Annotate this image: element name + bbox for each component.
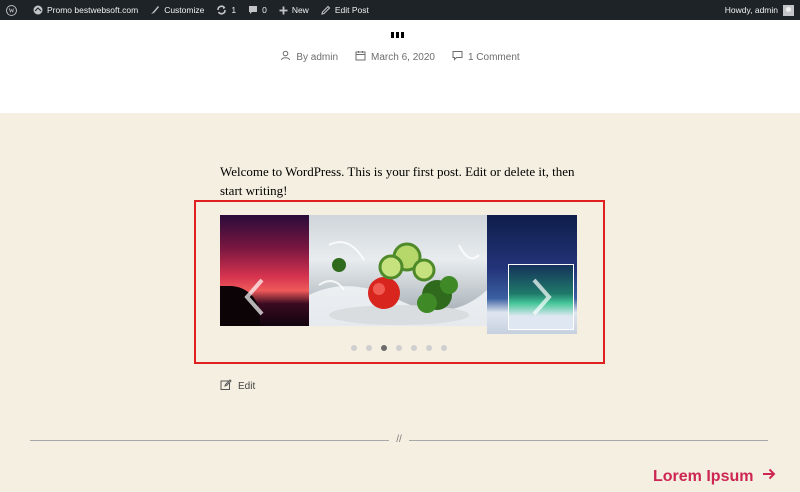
site-name-label: Promo bestwebsoft.com	[47, 5, 139, 15]
slider-dot[interactable]	[426, 345, 432, 351]
chevron-left-icon	[244, 278, 264, 316]
slide-vegetables	[309, 215, 487, 326]
updates-icon	[216, 5, 227, 15]
plus-icon	[279, 6, 288, 15]
post-comments[interactable]: 1 Comment	[452, 50, 520, 64]
wordpress-logo-button[interactable]: W	[0, 0, 27, 20]
divider-mark: //	[389, 434, 409, 446]
comments-link[interactable]: 0	[242, 0, 273, 20]
howdy-label: Howdy, admin	[724, 5, 778, 15]
post-intro-text: Welcome to WordPress. This is your first…	[220, 164, 575, 198]
svg-text:W: W	[8, 8, 14, 14]
comments-count: 0	[262, 5, 267, 15]
post-author[interactable]: By admin	[280, 50, 338, 64]
admin-bar: W Promo bestwebsoft.com Customize 1 0 Ne…	[0, 0, 800, 20]
slider-dot[interactable]	[441, 345, 447, 351]
updates-count: 1	[231, 5, 237, 15]
next-post-label: Lorem Ipsum	[653, 467, 754, 485]
author-label: By admin	[296, 51, 339, 63]
post-title-fragment	[391, 32, 407, 38]
comments-label: 1 Comment	[467, 51, 520, 63]
comment-bubble-icon	[248, 5, 258, 15]
date-label: March 6, 2020	[371, 51, 435, 63]
home-icon	[33, 5, 43, 15]
edit-pencil-icon	[220, 379, 232, 394]
image-slider[interactable]	[220, 215, 577, 334]
slider-dot[interactable]	[351, 345, 357, 351]
edit-link[interactable]: Edit	[220, 379, 255, 394]
comment-icon	[452, 50, 463, 64]
edit-label: Edit	[238, 381, 256, 392]
edit-post-label: Edit Post	[334, 5, 369, 15]
post-date[interactable]: March 6, 2020	[355, 50, 435, 64]
arrow-right-icon	[762, 467, 776, 486]
new-label: New	[291, 5, 309, 15]
person-icon	[280, 50, 291, 64]
customize-label: Customize	[164, 5, 205, 15]
slider-dot[interactable]	[366, 345, 372, 351]
avatar	[783, 4, 794, 16]
customize-link[interactable]: Customize	[144, 0, 210, 20]
post-meta: By admin March 6, 2020 1 Comment	[0, 50, 800, 64]
edit-post-link[interactable]: Edit Post	[315, 0, 375, 20]
wordpress-icon: W	[6, 4, 17, 16]
slider-dot[interactable]	[381, 345, 387, 351]
updates-link[interactable]: 1	[210, 0, 242, 20]
slider-dot[interactable]	[396, 345, 402, 351]
slider-dot[interactable]	[411, 345, 417, 351]
new-content-link[interactable]: New	[273, 0, 315, 20]
brush-icon	[150, 5, 160, 15]
chevron-right-icon	[532, 278, 552, 316]
next-post-link[interactable]: Lorem Ipsum	[653, 467, 776, 486]
slider-next-button[interactable]	[530, 277, 554, 317]
post-header: By admin March 6, 2020 1 Comment	[0, 20, 800, 113]
calendar-icon	[355, 50, 366, 64]
slider-dots	[351, 345, 447, 351]
slider-prev-button[interactable]	[242, 277, 266, 317]
my-account-link[interactable]: Howdy, admin	[719, 0, 800, 20]
site-name-link[interactable]: Promo bestwebsoft.com	[27, 0, 144, 20]
pencil-icon	[321, 5, 331, 15]
